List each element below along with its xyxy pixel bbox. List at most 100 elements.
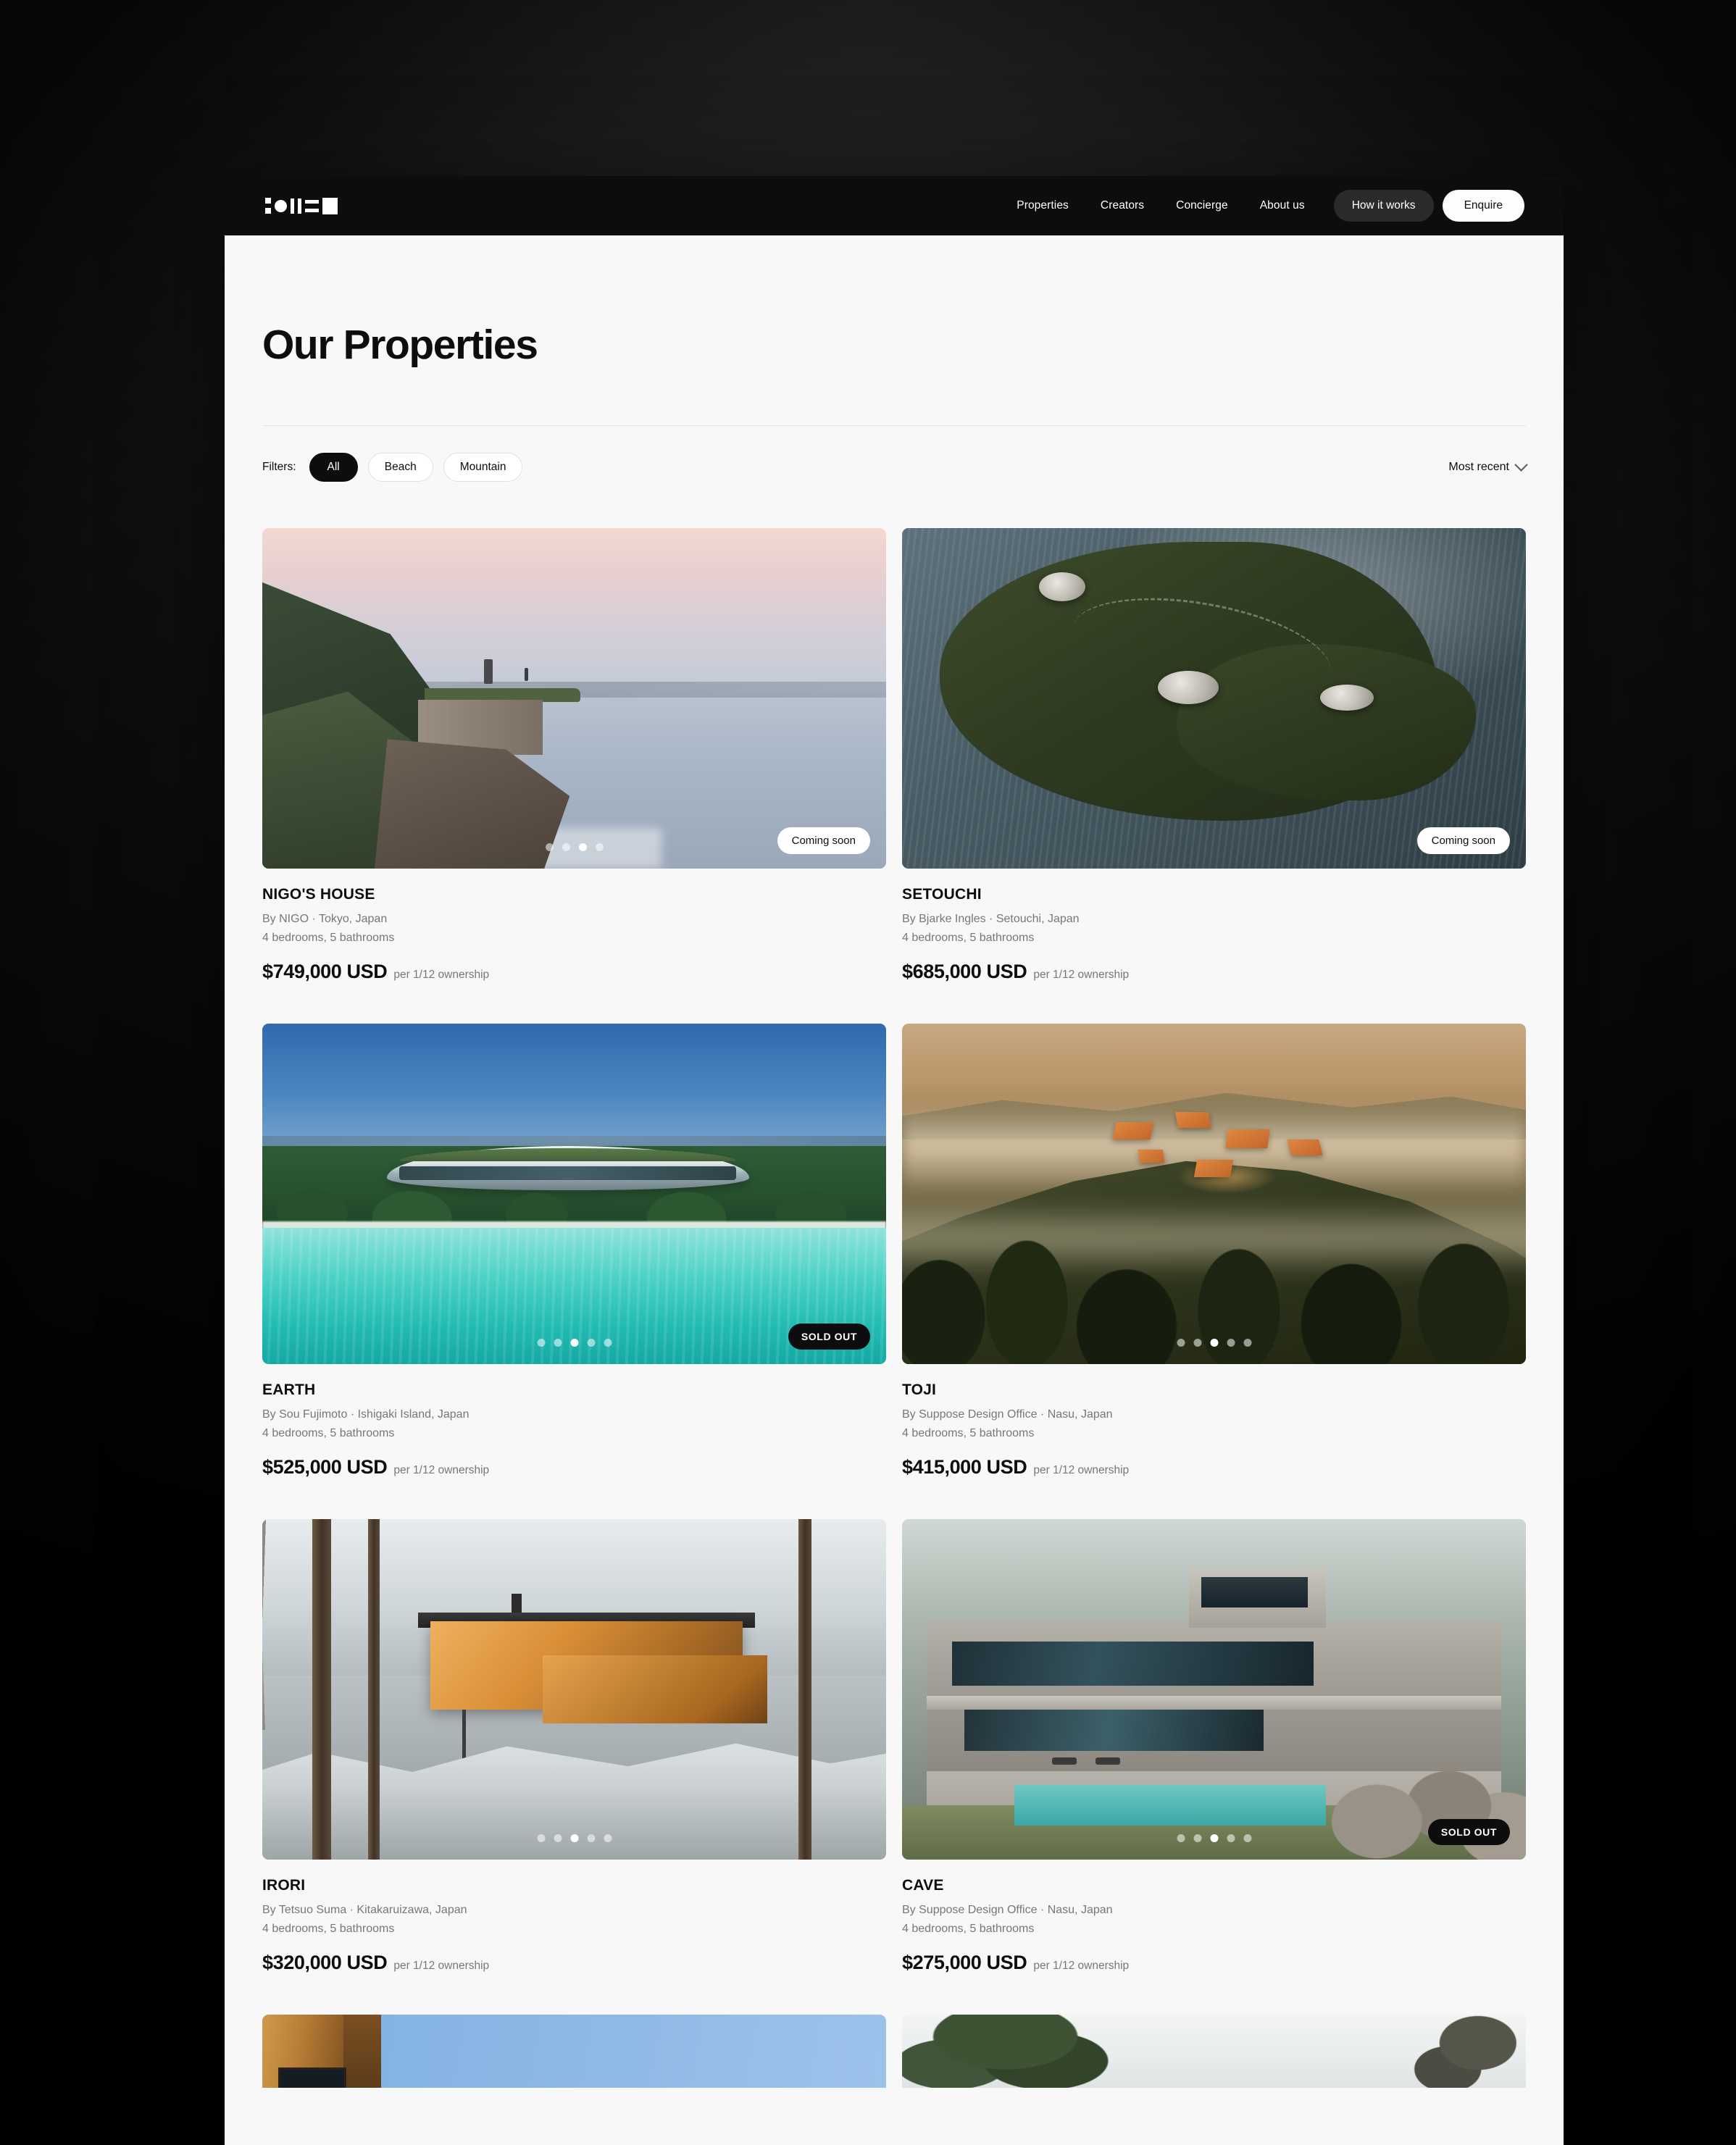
- carousel-dot[interactable]: [570, 1834, 578, 1842]
- property-card[interactable]: Coming soon NIGO'S HOUSE By NIGO · Tokyo, …: [262, 528, 886, 983]
- carousel-dot[interactable]: [1193, 1339, 1201, 1347]
- property-price-row: $415,000 USD per 1/12 ownership: [902, 1456, 1526, 1479]
- property-rooms: 4 bedrooms, 5 bathrooms: [262, 1923, 395, 1935]
- carousel-dot[interactable]: [587, 1339, 595, 1347]
- carousel-dot[interactable]: [587, 1834, 595, 1842]
- logo-square-icon: [322, 197, 338, 214]
- logo-equals-icon: [305, 199, 319, 212]
- property-rooms: 4 bedrooms, 5 bathrooms: [902, 1427, 1035, 1439]
- property-price-row: $525,000 USD per 1/12 ownership: [262, 1456, 886, 1479]
- oii-logo[interactable]: [265, 196, 338, 215]
- logo-circle-icon: [275, 199, 287, 212]
- property-image[interactable]: [902, 2015, 1526, 2088]
- property-image[interactable]: Coming soon: [902, 528, 1526, 869]
- property-name: CAVE: [902, 1877, 944, 1894]
- coming-soon-badge: Coming soon: [1416, 827, 1510, 854]
- carousel-dots: [537, 1834, 612, 1842]
- carousel-dot[interactable]: [604, 1834, 612, 1842]
- property-price-row: $320,000 USD per 1/12 ownership: [262, 1952, 886, 1974]
- carousel-dot[interactable]: [1227, 1339, 1235, 1347]
- property-price-sublabel: per 1/12 ownership: [393, 969, 490, 981]
- property-byline: By Bjarke Ingles · Setouchi, Japan: [902, 913, 1080, 925]
- how-it-works-button[interactable]: How it works: [1333, 190, 1434, 222]
- property-name: IRORI: [262, 1877, 306, 1894]
- property-card-partial[interactable]: [902, 2015, 1526, 2088]
- property-card[interactable]: TOJI By Suppose Design Office · Nasu, Jap…: [902, 1024, 1526, 1479]
- nav-item-properties[interactable]: Properties: [1001, 199, 1085, 212]
- main-nav: Properties Creators Concierge About us H…: [1001, 190, 1524, 222]
- carousel-dot[interactable]: [570, 1339, 578, 1347]
- property-rooms: 4 bedrooms, 5 bathrooms: [262, 1427, 395, 1439]
- site-header: Properties Creators Concierge About us H…: [225, 176, 1564, 235]
- property-image[interactable]: [902, 1024, 1526, 1364]
- property-image[interactable]: [262, 2015, 886, 2088]
- property-price: $685,000 USD: [902, 961, 1027, 982]
- property-card[interactable]: SOLD OUT EARTH By Sou Fujimoto · Ishigaki …: [262, 1024, 886, 1479]
- site-window: Properties Creators Concierge About us H…: [225, 176, 1564, 2145]
- carousel-dot[interactable]: [537, 1834, 545, 1842]
- property-byline: By Tetsuo Suma · Kitakaruizawa, Japan: [262, 1904, 467, 1916]
- property-image[interactable]: SOLD OUT: [262, 1024, 886, 1364]
- logo-stacked-squares-icon: [265, 198, 271, 214]
- sort-dropdown[interactable]: Most recent: [1448, 458, 1528, 474]
- property-price: $525,000 USD: [262, 1456, 388, 1478]
- sold-out-badge: SOLD OUT: [1427, 1819, 1510, 1845]
- property-price: $415,000 USD: [902, 1456, 1027, 1478]
- property-price-row: $685,000 USD per 1/12 ownership: [902, 961, 1526, 983]
- property-price-sublabel: per 1/12 ownership: [393, 1960, 490, 1972]
- property-name: TOJI: [902, 1381, 937, 1398]
- carousel-dot[interactable]: [1227, 1834, 1235, 1842]
- property-card[interactable]: IRORI By Tetsuo Suma · Kitakaruizawa, Jap…: [262, 1519, 886, 1974]
- carousel-dot[interactable]: [554, 1834, 562, 1842]
- property-byline: By Sou Fujimoto · Ishigaki Island, Japan: [262, 1408, 470, 1421]
- carousel-dot[interactable]: [595, 843, 604, 851]
- carousel-dots: [545, 843, 604, 851]
- property-price: $749,000 USD: [262, 961, 388, 982]
- nav-item-about-us[interactable]: About us: [1244, 199, 1321, 212]
- filters-label: Filters:: [262, 460, 296, 473]
- carousel-dot[interactable]: [562, 843, 570, 851]
- property-price-sublabel: per 1/12 ownership: [1033, 969, 1130, 981]
- page-title: Our Properties: [262, 322, 538, 368]
- property-card-partial[interactable]: [262, 2015, 886, 2088]
- logo-bar-2-icon: [298, 198, 301, 214]
- property-image[interactable]: SOLD OUT: [902, 1519, 1526, 1860]
- carousel-dot[interactable]: [1177, 1834, 1185, 1842]
- carousel-dot[interactable]: [1210, 1339, 1218, 1347]
- property-price-sublabel: per 1/12 ownership: [1033, 1960, 1130, 1972]
- filter-chip-all[interactable]: All: [309, 452, 358, 482]
- nav-item-concierge[interactable]: Concierge: [1160, 199, 1244, 212]
- enquire-button[interactable]: Enquire: [1442, 190, 1524, 222]
- property-price-sublabel: per 1/12 ownership: [1033, 1464, 1130, 1476]
- property-byline: By NIGO · Tokyo, Japan: [262, 913, 388, 925]
- filter-chip-mountain[interactable]: Mountain: [443, 452, 523, 482]
- nav-item-creators[interactable]: Creators: [1085, 199, 1160, 212]
- main-content: Our Properties Filters: All Beach Mounta…: [225, 235, 1564, 2117]
- carousel-dots: [1177, 1339, 1251, 1347]
- sold-out-badge: SOLD OUT: [788, 1324, 870, 1350]
- chevron-down-icon: [1514, 458, 1528, 472]
- filter-bar: Filters: All Beach Mountain Most recent: [262, 425, 1528, 486]
- property-byline: By Suppose Design Office · Nasu, Japan: [902, 1904, 1113, 1916]
- carousel-dot[interactable]: [1210, 1834, 1218, 1842]
- property-price-row: $275,000 USD per 1/12 ownership: [902, 1952, 1526, 1974]
- property-price: $320,000 USD: [262, 1952, 388, 1973]
- carousel-dots: [1177, 1834, 1251, 1842]
- carousel-dot[interactable]: [604, 1339, 612, 1347]
- carousel-dot[interactable]: [1243, 1834, 1251, 1842]
- property-name: EARTH: [262, 1381, 316, 1398]
- property-card[interactable]: Coming soon SETOUCHI By Bjarke Ingles · Se…: [902, 528, 1526, 983]
- carousel-dot[interactable]: [1193, 1834, 1201, 1842]
- carousel-dot[interactable]: [1177, 1339, 1185, 1347]
- carousel-dot[interactable]: [545, 843, 554, 851]
- carousel-dot[interactable]: [537, 1339, 545, 1347]
- filter-chip-beach[interactable]: Beach: [367, 452, 433, 482]
- property-image[interactable]: [262, 1519, 886, 1860]
- carousel-dot[interactable]: [578, 843, 587, 851]
- carousel-dot[interactable]: [554, 1339, 562, 1347]
- carousel-dot[interactable]: [1243, 1339, 1251, 1347]
- property-card[interactable]: SOLD OUT CAVE By Suppose Design Office · N…: [902, 1519, 1526, 1974]
- property-price: $275,000 USD: [902, 1952, 1027, 1973]
- filter-chips-group: Filters: All Beach Mountain: [262, 452, 523, 482]
- property-image[interactable]: Coming soon: [262, 528, 886, 869]
